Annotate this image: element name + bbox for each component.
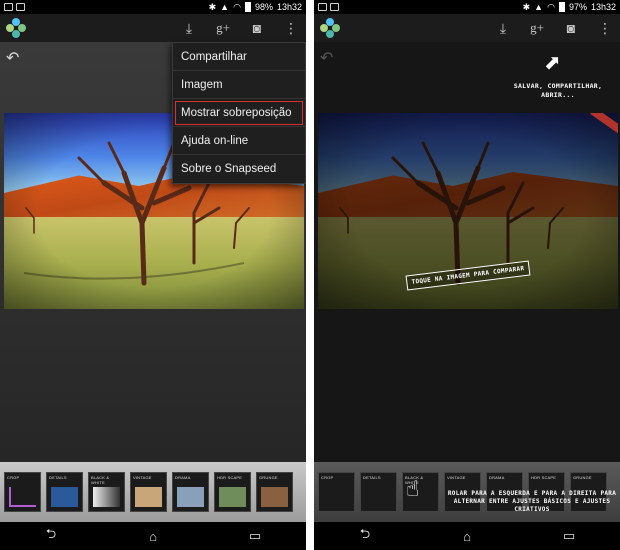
filter-filmstrip[interactable]: CROP DETAILS BLACK & WHITE VINTAGE DRAMA… xyxy=(0,462,306,522)
overflow-menu-icon[interactable]: ⋮ xyxy=(596,19,614,37)
filter-thumb-black-white[interactable]: BLACK & WHITE xyxy=(88,472,125,512)
download-icon[interactable]: ⤓ xyxy=(494,19,512,37)
filter-label: DETAILS xyxy=(363,475,381,480)
phone-screen-left: ✱ ▲ ◠ 98% 13h32 ⤓ g+ ◙ ⋮ ↶ Compartilhar … xyxy=(0,0,306,550)
up-arrow-icon: ⬈ xyxy=(544,52,561,74)
notification-icon xyxy=(4,3,13,11)
compare-ribbon xyxy=(584,113,618,143)
navigation-bar: ⮌ ⌂ ▭ xyxy=(314,522,620,550)
home-nav-icon[interactable]: ⌂ xyxy=(138,529,168,544)
notification-icon xyxy=(318,3,327,11)
camera-icon[interactable]: ◙ xyxy=(562,19,580,37)
signal-icon: ▲ xyxy=(220,2,230,12)
clock: 13h32 xyxy=(276,2,302,12)
home-nav-icon[interactable]: ⌂ xyxy=(452,529,482,544)
filter-label: CROP xyxy=(7,475,20,480)
battery-icon xyxy=(558,2,565,12)
camera-icon[interactable]: ◙ xyxy=(248,19,266,37)
save-share-hint: Salvar, compartilhar, abrir... xyxy=(513,82,603,99)
notification-icons xyxy=(4,3,209,11)
action-bar: ⤓ g+ ◙ ⋮ xyxy=(0,14,306,42)
swipe-hand-icon: ☝ xyxy=(406,476,420,501)
notification-icon xyxy=(16,3,25,11)
google-plus-icon[interactable]: g+ xyxy=(214,19,232,37)
recent-apps-icon[interactable]: ▭ xyxy=(554,528,584,544)
filter-label: BLACK & WHITE xyxy=(91,475,110,485)
snapseed-logo-icon[interactable] xyxy=(6,18,26,38)
filter-label: HDR SCAPE xyxy=(531,475,557,480)
notification-icons xyxy=(318,3,523,11)
filter-label: DRAMA xyxy=(489,475,505,480)
filter-thumb-crop[interactable]: CROP xyxy=(4,472,41,512)
navigation-bar: ⮌ ⌂ ▭ xyxy=(0,522,306,550)
menu-item-share[interactable]: Compartilhar xyxy=(173,43,305,71)
filter-thumb-details[interactable]: DETAILS xyxy=(360,472,397,512)
scroll-hint: Rolar para a esquerda e para a direita p… xyxy=(447,490,617,513)
overflow-menu: Compartilhar Imagem Mostrar sobreposição… xyxy=(172,42,306,184)
filter-thumb-details[interactable]: DETAILS xyxy=(46,472,83,512)
action-bar: ⤓ g+ ◙ ⋮ xyxy=(314,14,620,42)
filter-label: GRUNGE xyxy=(259,475,278,480)
snapseed-logo-icon[interactable] xyxy=(320,18,340,38)
menu-item-online-help[interactable]: Ajuda on-line xyxy=(173,127,305,155)
filter-label: CROP xyxy=(321,475,334,480)
filter-label: VINTAGE xyxy=(447,475,466,480)
download-icon[interactable]: ⤓ xyxy=(180,19,198,37)
filter-label: GRUNGE xyxy=(573,475,592,480)
recent-apps-icon[interactable]: ▭ xyxy=(240,528,270,544)
filter-label: DRAMA xyxy=(175,475,191,480)
filter-thumb-grunge[interactable]: GRUNGE xyxy=(256,472,293,512)
battery-percent: 98% xyxy=(254,2,273,12)
wifi-icon: ◠ xyxy=(547,2,555,12)
menu-item-image[interactable]: Imagem xyxy=(173,71,305,99)
status-bar: ✱ ▲ ◠ 97% 13h32 xyxy=(314,0,620,14)
back-arrow-icon[interactable]: ↶ xyxy=(320,48,333,68)
back-nav-icon[interactable]: ⮌ xyxy=(36,525,66,547)
system-icons: ✱ ▲ ◠ 97% 13h32 xyxy=(523,0,616,14)
filter-thumb-crop[interactable]: CROP xyxy=(318,472,355,512)
google-plus-icon[interactable]: g+ xyxy=(528,19,546,37)
menu-item-show-overlay[interactable]: Mostrar sobreposição xyxy=(173,99,305,127)
filter-thumb-hdr-scape[interactable]: HDR SCAPE xyxy=(214,472,251,512)
notification-icon xyxy=(330,3,339,11)
battery-icon xyxy=(244,2,251,12)
filter-thumb-vintage[interactable]: VINTAGE xyxy=(130,472,167,512)
back-nav-icon[interactable]: ⮌ xyxy=(350,525,380,547)
filter-label: DETAILS xyxy=(49,475,67,480)
phone-screen-right: ✱ ▲ ◠ 97% 13h32 ⤓ g+ ◙ ⋮ ↶ CROP DETAILS … xyxy=(314,0,620,550)
signal-icon: ▲ xyxy=(534,2,544,12)
filter-label: VINTAGE xyxy=(133,475,152,480)
filter-thumb-drama[interactable]: DRAMA xyxy=(172,472,209,512)
bluetooth-icon: ✱ xyxy=(522,2,531,12)
wifi-icon: ◠ xyxy=(233,2,241,12)
overflow-menu-icon[interactable]: ⋮ xyxy=(282,19,300,37)
filter-label: HDR SCAPE xyxy=(217,475,243,480)
back-arrow-icon[interactable]: ↶ xyxy=(6,48,19,68)
menu-item-about[interactable]: Sobre o Snapseed xyxy=(173,155,305,183)
battery-percent: 97% xyxy=(568,2,587,12)
system-icons: ✱ ▲ ◠ 98% 13h32 xyxy=(209,0,302,14)
status-bar: ✱ ▲ ◠ 98% 13h32 xyxy=(0,0,306,14)
bluetooth-icon: ✱ xyxy=(208,2,217,12)
clock: 13h32 xyxy=(590,2,616,12)
